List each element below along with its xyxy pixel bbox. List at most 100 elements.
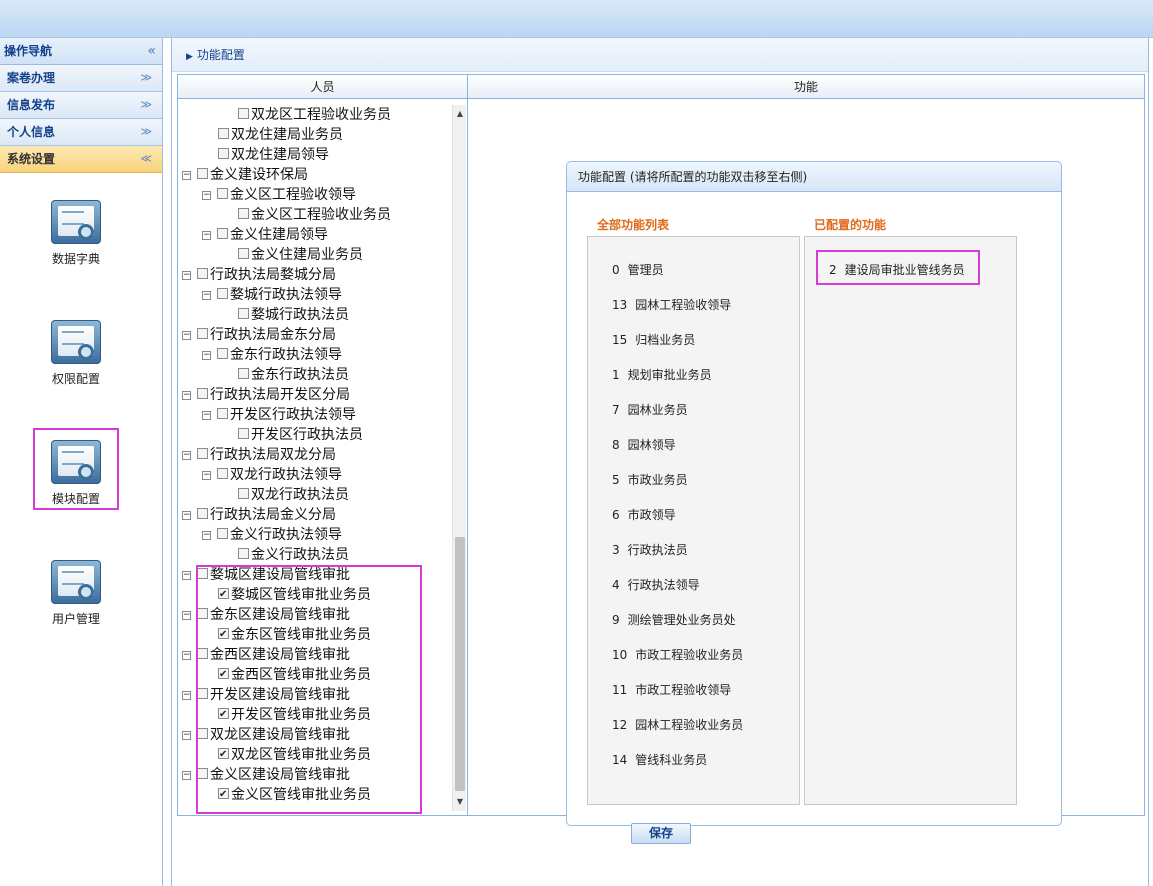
tree-node-checkbox[interactable] — [197, 327, 208, 339]
tree-node-checkbox[interactable] — [197, 167, 208, 179]
collapse-sidebar-icon[interactable]: « — [147, 38, 156, 65]
collapse-toggle-icon[interactable]: − — [182, 170, 191, 180]
tree-node-checkbox[interactable] — [238, 547, 249, 559]
all-functions-list[interactable]: 0 管理员 13 园林工程验收领导 15 归档业务员 1 规划审批业务员 7 园林业务员 8 园林领导… — [587, 236, 800, 805]
tree-node-checkbox[interactable] — [217, 527, 228, 539]
tree-node[interactable]: − 行政执法局金东分局 — [182, 325, 336, 345]
tree-node[interactable]: − 行政执法局双龙分局 — [182, 445, 336, 465]
tree-node[interactable]: − 金东行政执法领导 — [202, 345, 342, 365]
tree-node-checkbox[interactable] — [217, 227, 228, 239]
tree-node[interactable]: 双龙区工程验收业务员 — [238, 105, 391, 125]
collapse-toggle-icon[interactable]: − — [182, 770, 191, 780]
sidebar-group-2[interactable]: 个人信息 ≫ — [0, 119, 162, 146]
collapse-toggle-icon[interactable]: − — [202, 530, 211, 540]
tree-node[interactable]: − 双龙行政执法领导 — [202, 465, 342, 485]
collapse-toggle-icon[interactable]: − — [182, 570, 191, 580]
tree-node-checkbox[interactable] — [197, 507, 208, 519]
function-item[interactable]: 6 市政领导 — [612, 506, 676, 523]
configured-functions-list[interactable]: 2 建设局审批业管线务员 — [804, 236, 1017, 805]
tree-node[interactable]: 双龙住建局领导 — [218, 145, 329, 165]
tree-node-checkbox[interactable] — [218, 147, 229, 159]
tree-node-checkbox[interactable] — [217, 287, 228, 299]
save-button[interactable]: 保存 — [631, 823, 691, 844]
function-item[interactable]: 3 行政执法员 — [612, 541, 688, 558]
function-item[interactable]: 1 规划审批业务员 — [612, 366, 712, 383]
tree-node[interactable]: − 行政执法局金义分局 — [182, 505, 336, 525]
tree-node[interactable]: 婺城行政执法员 — [238, 305, 349, 325]
tree-node[interactable]: 金东行政执法员 — [238, 365, 349, 385]
sidebar-tile-0[interactable]: 数据字典 — [33, 186, 119, 268]
tree-node-checkbox[interactable] — [238, 487, 249, 499]
tree-node-checkbox[interactable] — [238, 207, 249, 219]
tree-node[interactable]: 金义区工程验收业务员 — [238, 205, 391, 225]
function-id: 12 — [612, 718, 628, 732]
tree-node[interactable]: 双龙住建局业务员 — [218, 125, 343, 145]
function-item[interactable]: 8 园林领导 — [612, 436, 676, 453]
tree-node-checkbox[interactable] — [217, 347, 228, 359]
tree-node[interactable]: 金义住建局业务员 — [238, 245, 363, 265]
collapse-toggle-icon[interactable]: − — [182, 690, 191, 700]
tree-node[interactable]: 双龙行政执法员 — [238, 485, 349, 505]
tree-node-checkbox[interactable] — [238, 367, 249, 379]
function-item[interactable]: 12 园林工程验收业务员 — [612, 716, 743, 733]
sidebar-tile-1[interactable]: 权限配置 — [33, 306, 119, 510]
function-name: 市政业务员 — [627, 473, 688, 487]
function-item[interactable]: 11 市政工程验收领导 — [612, 681, 731, 698]
tree-node-checkbox[interactable] — [217, 467, 228, 479]
tree-scrollbar[interactable]: ▲ ▼ — [452, 105, 466, 811]
collapse-toggle-icon[interactable]: − — [182, 330, 191, 340]
function-item[interactable]: 10 市政工程验收业务员 — [612, 646, 743, 663]
sidebar-group-1[interactable]: 信息发布 ≫ — [0, 92, 162, 119]
tree-node[interactable]: − 金义行政执法领导 — [202, 525, 342, 545]
function-item[interactable]: 5 市政业务员 — [612, 471, 688, 488]
tree-node[interactable]: − 婺城行政执法领导 — [202, 285, 342, 305]
tree-node-checkbox[interactable] — [238, 427, 249, 439]
tree-node[interactable]: − 开发区行政执法领导 — [202, 405, 356, 425]
scroll-down-icon[interactable]: ▼ — [453, 795, 467, 809]
function-item[interactable]: 13 园林工程验收领导 — [612, 296, 731, 313]
tree-node-checkbox[interactable] — [238, 307, 249, 319]
function-item[interactable]: 0 管理员 — [612, 261, 664, 278]
collapse-toggle-icon[interactable]: − — [182, 610, 191, 620]
collapse-toggle-icon[interactable]: − — [182, 270, 191, 280]
tree-node[interactable]: 开发区行政执法员 — [238, 425, 363, 445]
collapse-toggle-icon[interactable]: − — [202, 230, 211, 240]
collapse-toggle-icon[interactable]: − — [182, 390, 191, 400]
sidebar-group-3[interactable]: 系统设置 ≪ — [0, 146, 162, 173]
collapse-toggle-icon[interactable]: − — [202, 190, 211, 200]
sidebar-group-0[interactable]: 案卷办理 ≫ — [0, 65, 162, 92]
scroll-up-icon[interactable]: ▲ — [453, 107, 467, 121]
function-name: 市政工程验收业务员 — [635, 648, 744, 662]
tree-node[interactable]: − 金义住建局领导 — [202, 225, 328, 245]
collapse-toggle-icon[interactable]: − — [202, 410, 211, 420]
tree-node-checkbox[interactable] — [197, 267, 208, 279]
tree-node-checkbox[interactable] — [238, 107, 249, 119]
collapse-toggle-icon[interactable]: − — [202, 470, 211, 480]
tree-node[interactable]: − 行政执法局婺城分局 — [182, 265, 336, 285]
collapse-toggle-icon[interactable]: − — [182, 730, 191, 740]
tree-node-checkbox[interactable] — [217, 187, 228, 199]
function-item[interactable]: 14 管线科业务员 — [612, 751, 707, 768]
collapse-toggle-icon[interactable]: − — [182, 510, 191, 520]
function-item[interactable]: 4 行政执法领导 — [612, 576, 700, 593]
tree-node-checkbox[interactable] — [217, 407, 228, 419]
scrollbar-thumb[interactable] — [455, 537, 465, 791]
tree-node-checkbox[interactable] — [197, 387, 208, 399]
collapse-toggle-icon[interactable]: − — [182, 450, 191, 460]
collapse-toggle-icon[interactable]: − — [182, 650, 191, 660]
tree-node-checkbox[interactable] — [197, 447, 208, 459]
tree-node[interactable]: − 行政执法局开发区分局 — [182, 385, 350, 405]
collapse-toggle-icon[interactable]: − — [202, 290, 211, 300]
tree-node[interactable]: − 金义区工程验收领导 — [202, 185, 356, 205]
tree-node-checkbox[interactable] — [238, 247, 249, 259]
tree-node[interactable]: − 金义建设环保局 — [182, 165, 308, 185]
sidebar-tile-3[interactable]: 用户管理 — [33, 546, 119, 628]
function-item[interactable]: 15 归档业务员 — [612, 331, 695, 348]
tree-node-checkbox[interactable] — [218, 127, 229, 139]
column-header-people: 人员 — [178, 75, 468, 99]
function-item[interactable]: 9 测绘管理处业务员处 — [612, 611, 736, 628]
collapse-toggle-icon[interactable]: − — [202, 350, 211, 360]
tree-node[interactable]: 金义行政执法员 — [238, 545, 349, 565]
sidebar-tile-2[interactable]: 模块配置 — [33, 426, 119, 508]
function-item[interactable]: 7 园林业务员 — [612, 401, 688, 418]
